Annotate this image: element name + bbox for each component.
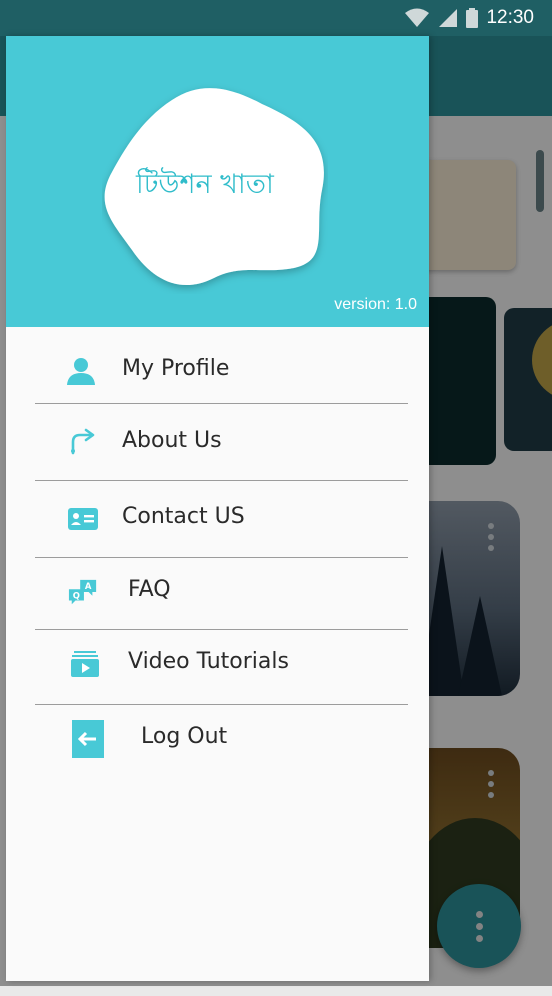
menu-item-label: Video Tutorials [128, 649, 289, 674]
menu-item-faq[interactable]: AQ FAQ [6, 563, 429, 619]
scrollbar[interactable] [536, 150, 544, 212]
menu-item-label: Log Out [141, 724, 228, 749]
navigation-drawer: টিউশন খাতা version: 1.0 My Profile About… [6, 36, 429, 981]
menu-divider [35, 629, 408, 630]
menu-item-label: About Us [122, 428, 222, 453]
menu-item-about-us[interactable]: About Us [6, 414, 429, 470]
menu-item-label: Contact US [122, 504, 245, 529]
menu-item-label: FAQ [128, 577, 171, 602]
menu-item-label: My Profile [122, 356, 230, 381]
logout-icon [72, 720, 104, 758]
share-arrow-icon [68, 428, 98, 458]
menu-divider [35, 704, 408, 705]
svg-text:A: A [85, 581, 92, 591]
menu-item-my-profile[interactable]: My Profile [6, 342, 429, 398]
contact-card-icon [68, 504, 98, 534]
menu-divider [35, 403, 408, 404]
app-screen: 12:30 টিউশন খাতা version: 1.0 My Profile… [0, 0, 552, 996]
video-library-icon [70, 649, 100, 679]
version-label: version: 1.0 [334, 296, 417, 313]
menu-divider [35, 557, 408, 558]
svg-text:Q: Q [73, 591, 80, 601]
menu-item-video-tutorials[interactable]: Video Tutorials [6, 635, 429, 691]
menu-divider [35, 480, 408, 481]
app-title: টিউশন খাতা [136, 169, 274, 200]
wifi-icon [405, 8, 430, 27]
menu-item-contact-us[interactable]: Contact US [6, 490, 429, 546]
drawer-header: টিউশন খাতা version: 1.0 [6, 36, 429, 327]
status-time: 12:30 [486, 7, 534, 28]
signal-icon [439, 9, 458, 27]
qa-chat-icon: AQ [68, 577, 98, 607]
menu-item-log-out[interactable]: Log Out [6, 710, 429, 766]
battery-icon [466, 8, 479, 28]
status-bar: 12:30 [0, 0, 552, 36]
person-icon [66, 356, 96, 386]
